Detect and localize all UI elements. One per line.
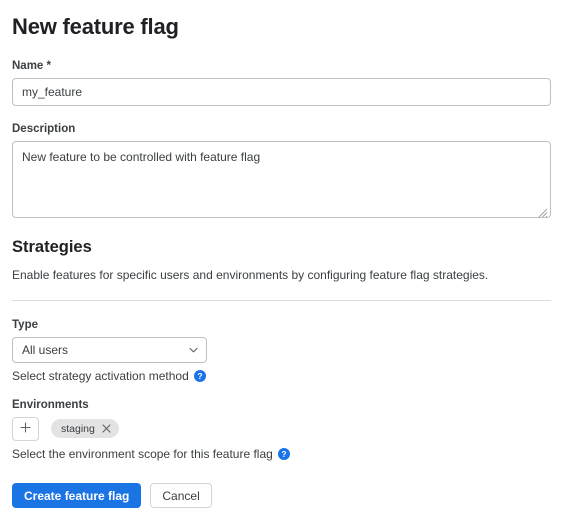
help-circle-icon[interactable]: ?	[277, 447, 290, 460]
chevron-down-icon	[189, 347, 198, 353]
create-feature-flag-button[interactable]: Create feature flag	[12, 483, 142, 508]
svg-text:?: ?	[197, 371, 202, 381]
add-environment-button[interactable]	[12, 416, 39, 441]
description-textarea-wrap	[12, 141, 551, 219]
name-field-group: Name *	[12, 60, 551, 107]
description-label: Description	[12, 123, 76, 136]
type-help-text: Select strategy activation method	[12, 368, 189, 383]
environment-chip-label: staging	[61, 422, 95, 435]
page-title: New feature flag	[12, 14, 179, 39]
plus-icon	[20, 421, 31, 436]
form-actions: Create feature flag Cancel	[12, 483, 212, 508]
name-label: Name *	[12, 60, 51, 73]
strategies-description: Enable features for specific users and e…	[12, 268, 489, 283]
description-textarea[interactable]	[12, 141, 551, 219]
strategy-type-select[interactable]: All users	[12, 336, 207, 363]
environments-row: staging	[12, 416, 551, 441]
strategies-heading: Strategies	[12, 238, 92, 257]
environment-chip[interactable]: staging	[51, 419, 119, 439]
type-help-row: Select strategy activation method ?	[12, 369, 551, 383]
help-circle-icon[interactable]: ?	[193, 369, 206, 382]
environments-label: Environments	[12, 398, 89, 411]
type-field-group: Type All users Select strategy activatio…	[12, 319, 551, 383]
cancel-button[interactable]: Cancel	[150, 483, 212, 508]
section-divider	[12, 299, 551, 301]
environments-field-group: Environments staging Select the environm…	[12, 399, 551, 461]
strategy-type-value: All users	[22, 342, 69, 357]
environments-help-text: Select the environment scope for this fe…	[12, 446, 273, 461]
svg-text:?: ?	[281, 449, 286, 459]
close-icon[interactable]	[102, 424, 111, 433]
type-label: Type	[12, 318, 38, 331]
name-input[interactable]	[12, 78, 551, 107]
new-feature-flag-form: New feature flag Name * Description Stra…	[0, 0, 563, 522]
environments-help-row: Select the environment scope for this fe…	[12, 447, 551, 461]
description-field-group: Description	[12, 123, 551, 219]
